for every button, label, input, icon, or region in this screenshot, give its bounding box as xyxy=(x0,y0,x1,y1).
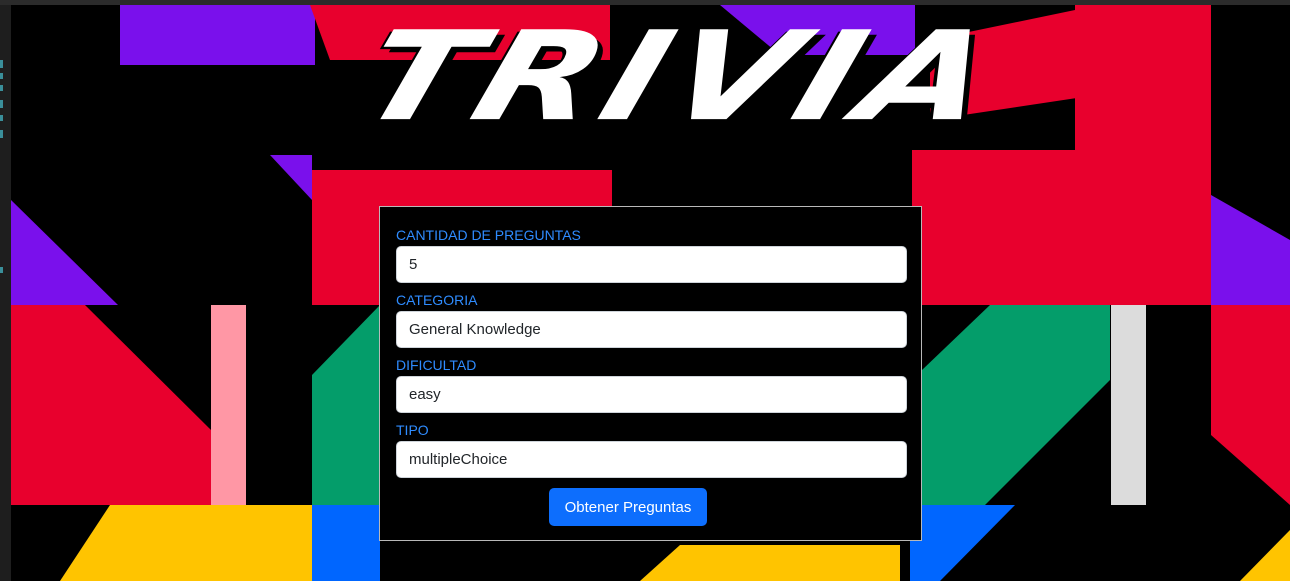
difficulty-select[interactable]: easy xyxy=(396,376,907,413)
questions-count-input[interactable]: 5 xyxy=(396,246,907,283)
trivia-logo: TRIVIA xyxy=(342,5,1018,149)
get-questions-button[interactable]: Obtener Preguntas xyxy=(549,488,707,526)
trivia-config-form: CANTIDAD DE PREGUNTAS 5 CATEGORIA Genera… xyxy=(379,206,922,541)
editor-gutter xyxy=(0,5,11,581)
category-label: CATEGORIA xyxy=(396,292,478,308)
difficulty-label: DIFICULTAD xyxy=(396,357,477,373)
type-select[interactable]: multipleChoice xyxy=(396,441,907,478)
category-select[interactable]: General Knowledge xyxy=(396,311,907,348)
questions-count-label: CANTIDAD DE PREGUNTAS xyxy=(396,227,581,243)
type-label: TIPO xyxy=(396,422,429,438)
